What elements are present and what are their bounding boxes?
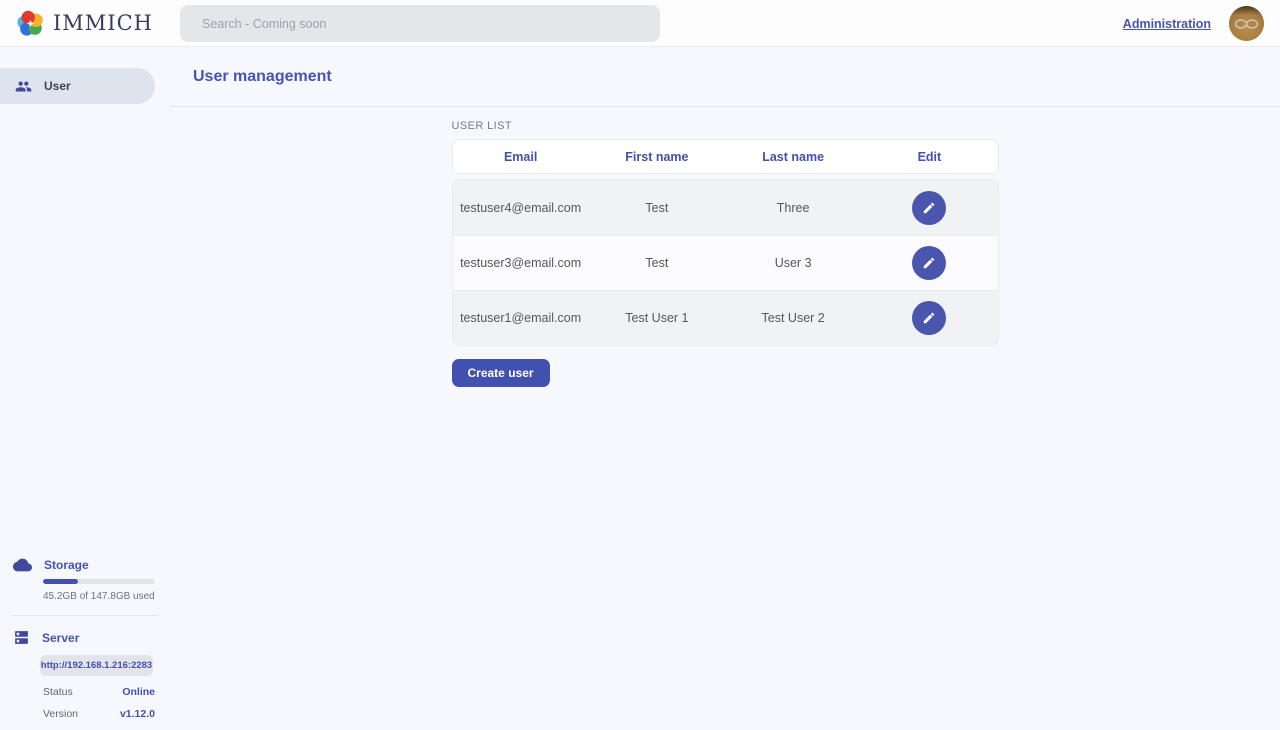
pencil-icon xyxy=(922,201,936,215)
status-value: Online xyxy=(122,686,155,698)
user-avatar[interactable] xyxy=(1229,6,1264,41)
version-value: v1.12.0 xyxy=(120,708,155,720)
user-first-name: Test User 1 xyxy=(589,311,725,325)
sidebar-divider xyxy=(12,615,158,616)
edit-user-button[interactable] xyxy=(912,301,946,335)
edit-user-button[interactable] xyxy=(912,191,946,225)
storage-panel: Storage 45.2GB of 147.8GB used xyxy=(0,558,170,602)
main-content: User management USER LIST Email First na… xyxy=(170,47,1280,730)
column-header-edit: Edit xyxy=(861,150,997,164)
server-version-row: Version v1.12.0 xyxy=(43,708,155,720)
user-last-name: Three xyxy=(725,201,861,215)
user-row: testuser3@email.com Test User 3 xyxy=(453,235,998,290)
pencil-icon xyxy=(922,311,936,325)
user-last-name: User 3 xyxy=(725,256,861,270)
search-input[interactable] xyxy=(180,5,660,42)
sidebar-item-user[interactable]: User xyxy=(0,68,155,104)
storage-progress-fill xyxy=(43,579,78,584)
administration-link[interactable]: Administration xyxy=(1123,17,1211,31)
user-table-header: Email First name Last name Edit xyxy=(452,139,999,174)
user-email: testuser3@email.com xyxy=(453,256,589,270)
server-url-badge: http://192.168.1.216:2283 xyxy=(40,655,153,676)
user-last-name: Test User 2 xyxy=(725,311,861,325)
admin-sidebar: User Storage 45.2GB of 147.8GB used xyxy=(0,47,170,730)
user-first-name: Test xyxy=(589,256,725,270)
user-email: testuser1@email.com xyxy=(453,311,589,325)
column-header-email: Email xyxy=(453,150,589,164)
edit-user-button[interactable] xyxy=(912,246,946,280)
page-title-bar: User management xyxy=(170,47,1280,107)
storage-title: Storage xyxy=(44,558,89,572)
server-icon xyxy=(13,629,30,646)
pencil-icon xyxy=(922,256,936,270)
top-header: IMMICH Administration xyxy=(0,0,1280,47)
column-header-first-name: First name xyxy=(589,150,725,164)
column-header-last-name: Last name xyxy=(725,150,861,164)
create-user-button[interactable]: Create user xyxy=(452,359,550,387)
storage-usage-text: 45.2GB of 147.8GB used xyxy=(43,591,170,602)
user-email: testuser4@email.com xyxy=(453,201,589,215)
user-row: testuser4@email.com Test Three xyxy=(453,180,998,235)
user-row: testuser1@email.com Test User 1 Test Use… xyxy=(453,290,998,345)
user-first-name: Test xyxy=(589,201,725,215)
status-label: Status xyxy=(43,686,73,698)
storage-progress-bar xyxy=(43,579,155,584)
server-url: http://192.168.1.216:2283 xyxy=(41,660,152,671)
server-panel: Server http://192.168.1.216:2283 Status … xyxy=(0,629,170,720)
user-list-label: USER LIST xyxy=(452,120,999,132)
server-title: Server xyxy=(42,631,79,645)
page-title: User management xyxy=(193,68,332,86)
cloud-icon xyxy=(13,558,32,572)
logo-wordmark: IMMICH xyxy=(53,11,153,35)
version-label: Version xyxy=(43,708,78,720)
immich-logo[interactable]: IMMICH xyxy=(0,9,170,38)
sidebar-item-label: User xyxy=(44,79,71,93)
user-table-body: testuser4@email.com Test Three xyxy=(452,179,999,346)
server-status-row: Status Online xyxy=(43,686,155,698)
immich-flower-icon xyxy=(16,9,45,38)
users-icon xyxy=(15,78,32,95)
